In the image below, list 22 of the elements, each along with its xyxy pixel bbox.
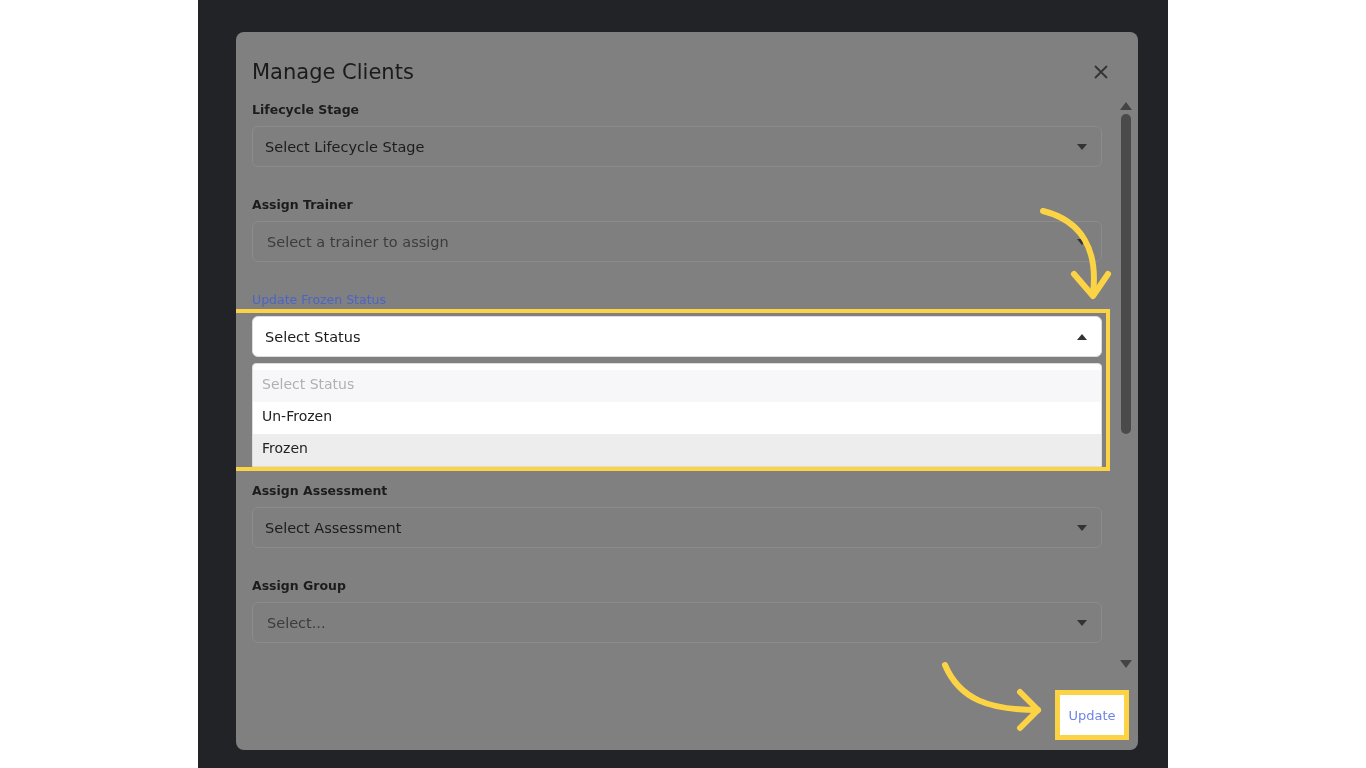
- field-label: Update Frozen Status: [252, 292, 387, 307]
- caret-icon: [1077, 333, 1087, 340]
- scroll-down-icon[interactable]: [1120, 660, 1132, 668]
- select-field[interactable]: Select...: [252, 602, 1102, 643]
- dropdown-option[interactable]: Un-Frozen: [253, 402, 1101, 434]
- field-label: Assign Group: [252, 578, 347, 593]
- field-label: Lifecycle Stage: [252, 102, 361, 117]
- select-field[interactable]: Select Lifecycle Stage: [252, 126, 1102, 167]
- scroll-up-icon[interactable]: [1120, 102, 1132, 110]
- caret-icon: [1077, 524, 1087, 531]
- scrollbar[interactable]: [1120, 102, 1132, 668]
- select-field[interactable]: Select Assessment: [252, 507, 1102, 548]
- select-field[interactable]: Select a trainer to assign: [252, 221, 1102, 262]
- modal-title: Manage Clients: [252, 60, 414, 84]
- dropdown-option[interactable]: Frozen: [253, 434, 1101, 466]
- close-icon[interactable]: [1094, 65, 1108, 79]
- dropdown-option: Select Status: [253, 370, 1101, 402]
- caret-icon: [1077, 143, 1087, 150]
- select-field[interactable]: Select Status: [252, 316, 1102, 357]
- field-label: Assign Assessment: [252, 483, 389, 498]
- caret-icon: [1077, 619, 1087, 626]
- field-label: Assign Trainer: [252, 197, 354, 212]
